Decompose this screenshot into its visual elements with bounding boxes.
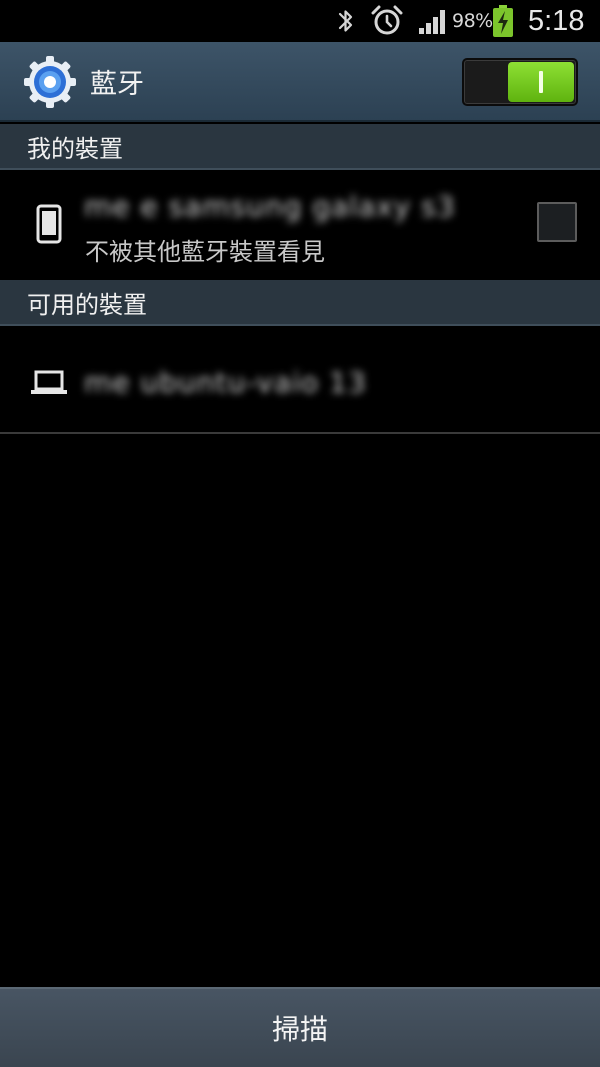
alarm-icon bbox=[370, 0, 404, 42]
scan-button[interactable]: 掃描 bbox=[0, 989, 600, 1067]
visibility-checkbox[interactable] bbox=[537, 202, 577, 242]
section-header-available-devices: 可用的裝置 bbox=[0, 280, 600, 326]
signal-icon bbox=[418, 0, 450, 42]
action-bar: 藍牙 bbox=[0, 42, 600, 122]
settings-gear-icon[interactable] bbox=[22, 54, 78, 110]
section-header-my-devices: 我的裝置 bbox=[0, 124, 600, 170]
toggle-on-indicator bbox=[539, 71, 543, 93]
bluetooth-settings-screen: 98% 5:18 藍牙 我的裝置 me e samsung galaxy s3 … bbox=[0, 0, 600, 1067]
bottom-bar: 掃描 bbox=[0, 987, 600, 1067]
page-title: 藍牙 bbox=[90, 68, 144, 100]
my-device-name: me e samsung galaxy s3 bbox=[84, 190, 456, 223]
section-header-label: 我的裝置 bbox=[27, 134, 123, 163]
battery-percent: 98% bbox=[452, 10, 493, 32]
toggle-on-knob bbox=[508, 62, 574, 102]
available-device-row[interactable]: me ubuntu-vaio 13 bbox=[0, 326, 600, 434]
my-device-row[interactable]: me e samsung galaxy s3 不被其他藍牙裝置看見 bbox=[0, 170, 600, 280]
bluetooth-icon bbox=[334, 0, 358, 42]
laptop-icon bbox=[30, 370, 68, 396]
my-device-visibility-status: 不被其他藍牙裝置看見 bbox=[85, 238, 325, 266]
bluetooth-toggle[interactable] bbox=[462, 58, 578, 106]
phone-icon bbox=[36, 204, 62, 244]
battery-charging-icon bbox=[492, 0, 514, 42]
available-device-name: me ubuntu-vaio 13 bbox=[84, 366, 367, 399]
section-header-label: 可用的裝置 bbox=[27, 290, 147, 319]
clock-time: 5:18 bbox=[528, 4, 585, 37]
status-bar: 98% 5:18 bbox=[0, 0, 600, 42]
